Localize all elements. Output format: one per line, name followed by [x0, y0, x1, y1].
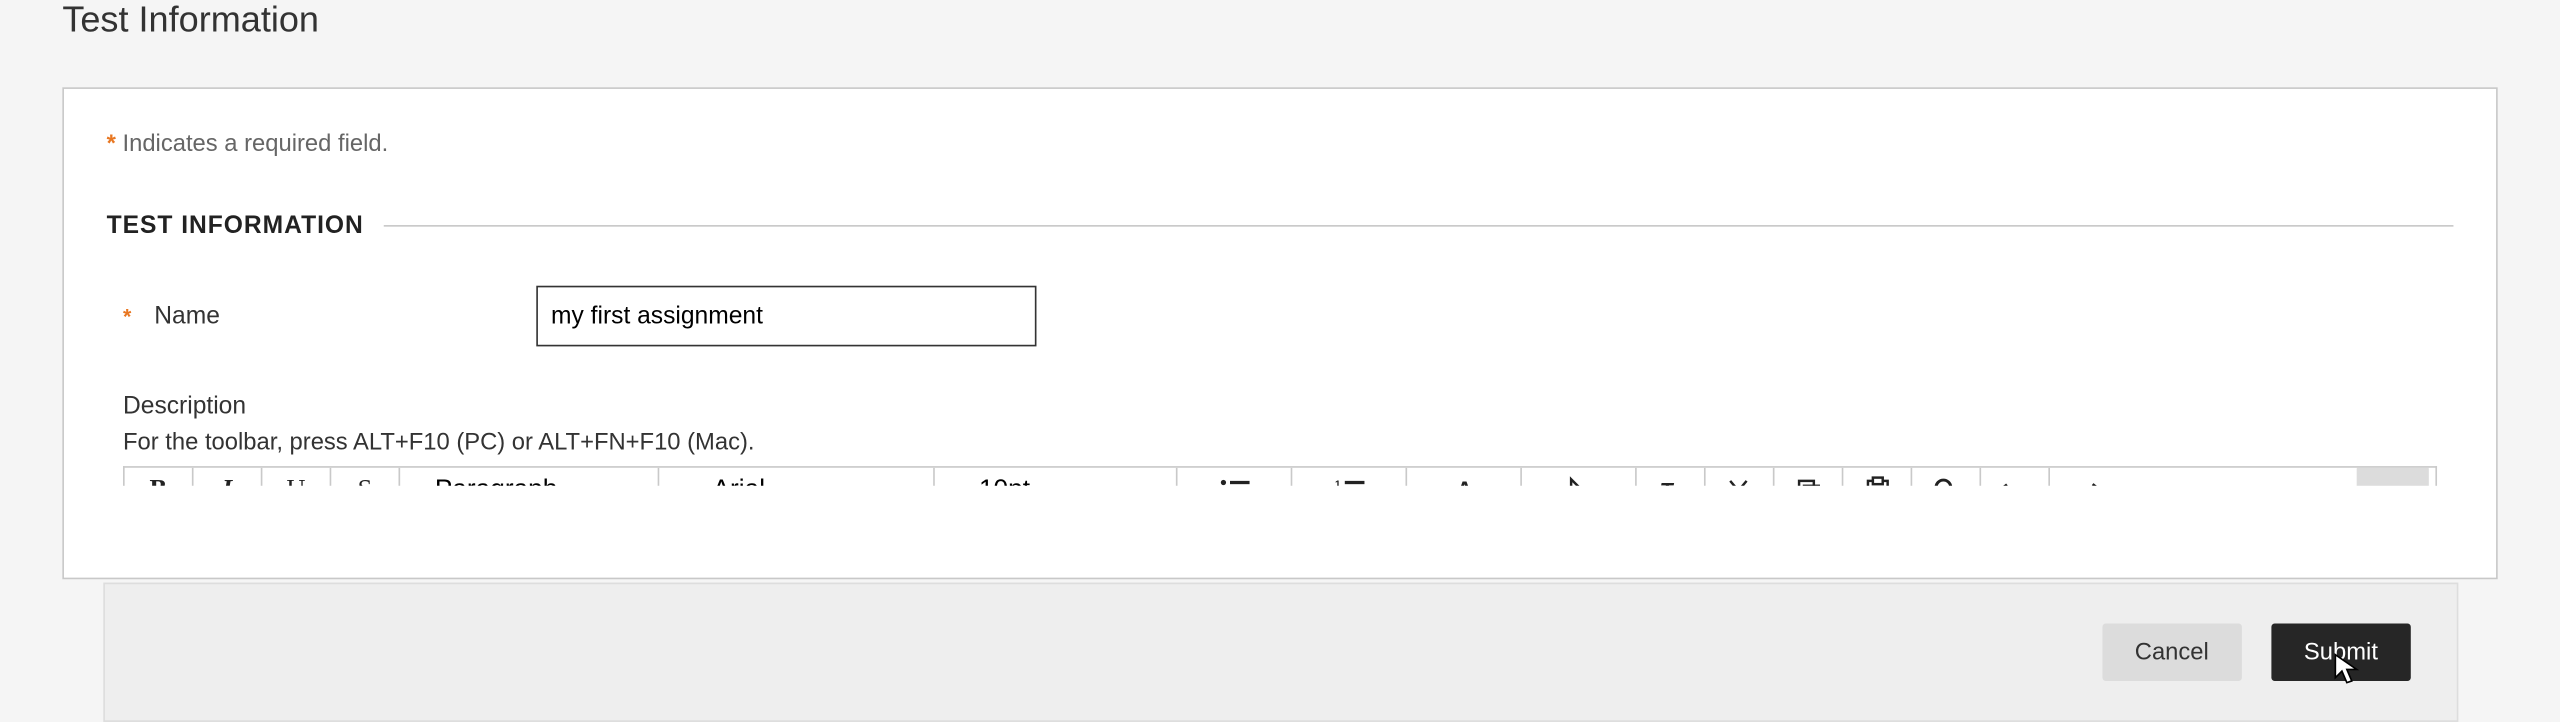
undo-button[interactable] — [1981, 468, 2050, 486]
clear-formatting-button[interactable]: T — [1637, 468, 1706, 486]
name-label: Name — [154, 302, 220, 330]
cut-icon — [1726, 478, 1752, 486]
undo-icon — [1998, 479, 2032, 486]
required-field-note-text: Indicates a required field. — [122, 132, 388, 158]
toolbar-toggle-button[interactable] — [2357, 466, 2429, 486]
form-footer: Cancel Submit — [103, 583, 2458, 722]
find-button[interactable] — [1912, 468, 1981, 486]
copy-button[interactable] — [1774, 468, 1843, 486]
underline-button[interactable]: U — [262, 468, 331, 486]
italic-button[interactable]: I — [194, 468, 263, 486]
find-icon — [1933, 478, 1959, 486]
ordered-list-icon: 123 — [1334, 479, 1364, 486]
required-field-note: * Indicates a required field. — [107, 132, 2454, 158]
paragraph-dropdown[interactable]: Paragraph — [400, 468, 659, 486]
font-size-dropdown[interactable]: 10pt — [935, 468, 1178, 486]
svg-text:A: A — [1456, 476, 1473, 486]
font-dropdown-label: Arial — [713, 476, 766, 486]
chevron-down-icon — [603, 481, 623, 486]
svg-text:T: T — [1659, 478, 1674, 486]
redo-icon — [2066, 479, 2102, 486]
description-block: Description For the toolbar, press ALT+F… — [107, 392, 2454, 456]
strike-button[interactable]: S — [331, 468, 400, 486]
toolbar-hint: For the toolbar, press ALT+F10 (PC) or A… — [123, 430, 2453, 456]
cancel-button[interactable]: Cancel — [2102, 624, 2242, 681]
section-title: TEST INFORMATION — [107, 212, 384, 240]
required-star-icon: * — [107, 132, 116, 158]
unordered-list-button[interactable] — [1178, 468, 1293, 486]
section-divider — [383, 225, 2453, 227]
text-color-button[interactable]: A — [1407, 468, 1522, 486]
ordered-list-button[interactable]: 123 — [1292, 468, 1407, 486]
font-dropdown[interactable]: Arial — [659, 468, 935, 486]
paste-icon — [1864, 476, 1890, 486]
unordered-list-icon — [1219, 479, 1249, 486]
redo-button[interactable] — [2050, 468, 2119, 486]
paste-button[interactable] — [1843, 468, 1912, 486]
chevron-down-icon — [1112, 481, 1132, 486]
description-label: Description — [123, 392, 2453, 420]
page-title: Test Information — [0, 2, 2560, 38]
rte-toolbar: B I U S Paragraph Arial 10pt 123 — [123, 466, 2437, 486]
fill-color-icon — [1564, 476, 1594, 486]
paragraph-dropdown-label: Paragraph — [435, 476, 558, 486]
name-row: * Name — [107, 286, 2454, 347]
copy-icon — [1795, 478, 1821, 486]
bold-button[interactable]: B — [125, 468, 194, 486]
name-input[interactable] — [536, 286, 1036, 347]
font-size-dropdown-label: 10pt — [979, 476, 1030, 486]
chevron-down-icon — [860, 481, 880, 486]
fill-color-button[interactable] — [1522, 468, 1637, 486]
name-label-cell: * Name — [123, 302, 536, 330]
svg-text:1: 1 — [1334, 479, 1340, 485]
test-information-panel: * Indicates a required field. TEST INFOR… — [62, 87, 2497, 579]
cut-button[interactable] — [1706, 468, 1775, 486]
text-color-icon: A — [1449, 476, 1479, 486]
section-header: TEST INFORMATION — [107, 212, 2454, 240]
submit-button-label: Submit — [2304, 639, 2378, 665]
required-star-icon: * — [123, 305, 131, 326]
clear-formatting-icon: T — [1656, 476, 1686, 486]
submit-button[interactable]: Submit — [2271, 624, 2411, 681]
